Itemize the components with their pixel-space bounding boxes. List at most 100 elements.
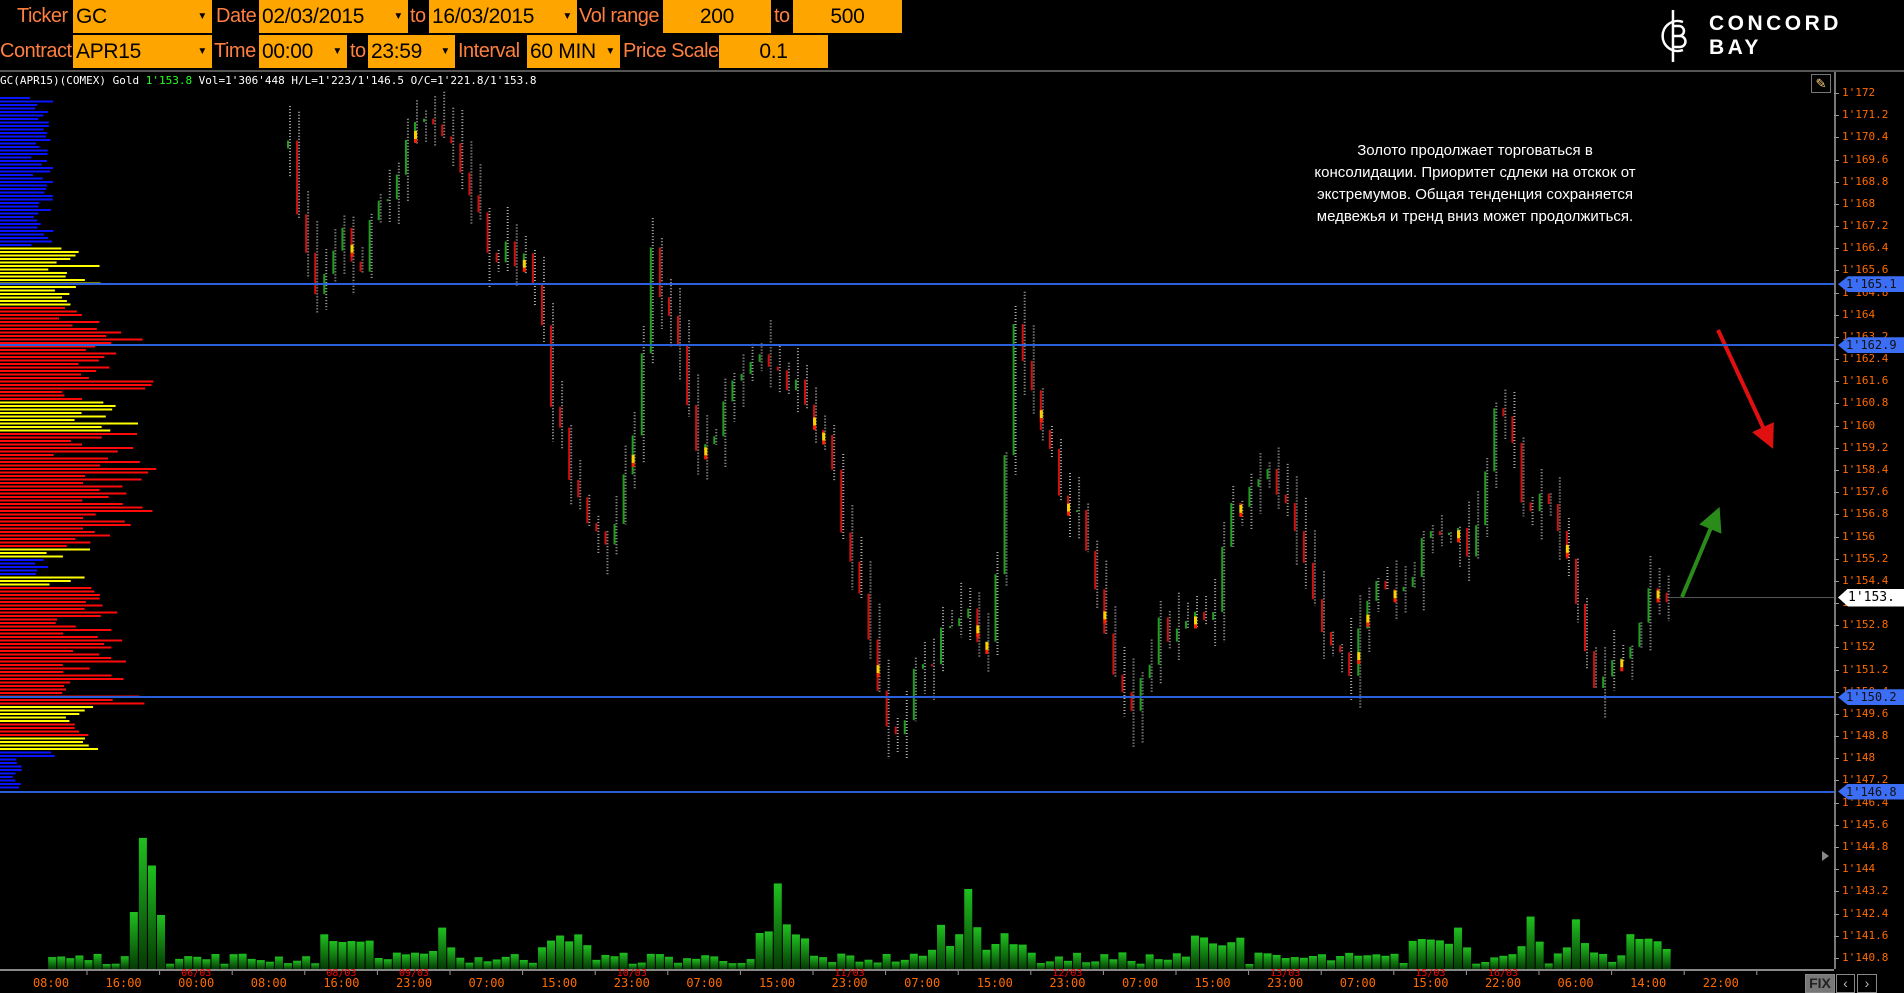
time-axis[interactable] <box>0 969 1834 971</box>
volume-profile-bar <box>0 160 48 162</box>
volume-bar <box>138 837 147 969</box>
price-tick <box>1834 647 1839 649</box>
level-line[interactable] <box>0 790 1834 793</box>
volume-profile-bar <box>0 261 57 264</box>
volume-bar <box>66 958 75 969</box>
volume-highlight <box>976 625 980 634</box>
volume-profile-bar <box>0 671 64 673</box>
volume-highlight <box>985 649 989 654</box>
price-tick <box>1834 447 1839 449</box>
volume-highlight <box>976 633 980 638</box>
candle-body <box>477 195 480 213</box>
volume-profile-bar <box>0 240 52 243</box>
candle-body <box>1411 576 1414 587</box>
candle-body <box>595 523 598 532</box>
volume-profile-bar <box>0 646 112 649</box>
volume-bar <box>683 958 692 969</box>
volume-profile-bar <box>0 611 118 614</box>
volume-profile-bar <box>0 541 91 544</box>
volume-bar <box>619 952 628 969</box>
volume-bar <box>447 947 456 969</box>
volume-profile-bar <box>0 587 92 589</box>
volume-profile-bar <box>0 111 49 113</box>
volume-profile-bar <box>0 265 100 267</box>
price-tick <box>1834 536 1839 538</box>
price-tick <box>1834 181 1839 183</box>
volume-bar <box>48 957 57 969</box>
level-line[interactable] <box>0 344 1834 347</box>
volume-bar <box>837 953 846 969</box>
candle-body <box>794 379 797 391</box>
candle-body <box>1094 550 1097 590</box>
price-tick <box>1834 802 1839 804</box>
volume-bar <box>211 954 220 969</box>
pencil-icon[interactable]: ✎ <box>1811 74 1831 93</box>
candle-body <box>1121 674 1124 693</box>
volume-profile-bar <box>0 251 79 253</box>
fix-button[interactable]: FIX <box>1805 974 1835 993</box>
volume-bar <box>1308 955 1317 969</box>
annotation-line: Золото продолжает торговаться в <box>1357 142 1593 159</box>
level-line[interactable] <box>0 696 1834 699</box>
volume-profile-bar <box>0 664 63 666</box>
volume-bar <box>320 934 329 969</box>
volume-profile-bar <box>0 356 105 358</box>
price-tick-label: 1'156.8 <box>1842 507 1889 521</box>
time-tick-label: 15:00 <box>1194 976 1231 990</box>
candle-body <box>1547 493 1550 505</box>
candle-body <box>586 497 589 524</box>
volume-bar <box>755 933 764 969</box>
volume-bar <box>909 953 918 969</box>
date-marker-label: 09/03 <box>398 968 430 979</box>
volume-bar <box>574 934 583 969</box>
level-price-tag: 1'165.1 <box>1838 276 1904 293</box>
candle-body <box>1475 525 1478 557</box>
price-tick-label: 1'144.8 <box>1842 839 1889 853</box>
price-tick-label: 1'168 <box>1842 196 1876 210</box>
volume-profile-bar <box>0 198 53 201</box>
volume-profile-bar <box>0 307 65 309</box>
candle-body <box>1629 646 1632 659</box>
volume-highlight <box>413 130 417 139</box>
price-tick-label: 1'152.8 <box>1842 618 1889 632</box>
candle-body <box>1357 628 1360 676</box>
volume-profile-bar <box>0 744 89 747</box>
volume-profile-bar <box>0 765 22 768</box>
level-line[interactable] <box>0 283 1834 286</box>
volume-profile-bar <box>0 524 131 526</box>
price-tick <box>1834 691 1839 693</box>
volume-profile-bar <box>0 377 89 379</box>
volume-profile-bar <box>0 723 75 726</box>
candle-body <box>1275 469 1278 495</box>
volume-bar <box>293 960 302 969</box>
volume-profile-bar <box>0 317 59 320</box>
candle-body <box>903 720 906 735</box>
volume-bar <box>664 956 673 969</box>
scroll-left-button[interactable]: ‹ <box>1836 974 1855 993</box>
date-marker-label: 16/03 <box>1487 968 1519 979</box>
volume-profile-bar <box>0 531 95 533</box>
volume-bar <box>927 949 936 969</box>
level-price-tag: 1'146.8 <box>1838 783 1904 800</box>
volume-highlight <box>1366 614 1370 623</box>
time-tick-label: 15:00 <box>976 976 1013 990</box>
volume-bar <box>583 945 592 969</box>
volume-profile-bar <box>0 513 96 516</box>
volume-bar <box>1635 938 1644 969</box>
volume-bar <box>501 956 510 969</box>
volume-profile-bar <box>0 363 79 365</box>
candle-body <box>749 361 752 374</box>
candle-body <box>1057 448 1060 496</box>
volume-profile-bar <box>0 335 107 337</box>
price-tick-label: 1'166.4 <box>1842 241 1889 255</box>
candle-body <box>1593 651 1596 688</box>
volume-highlight <box>522 267 526 272</box>
scroll-right-button[interactable]: › <box>1857 974 1877 993</box>
candle-body <box>531 253 534 284</box>
volume-bar <box>1000 933 1009 969</box>
volume-profile-bar <box>0 615 101 617</box>
price-axis[interactable] <box>1834 72 1836 969</box>
volume-profile-bar <box>0 338 143 341</box>
price-tick-label: 1'167.2 <box>1842 219 1889 233</box>
candle-body <box>994 574 997 642</box>
